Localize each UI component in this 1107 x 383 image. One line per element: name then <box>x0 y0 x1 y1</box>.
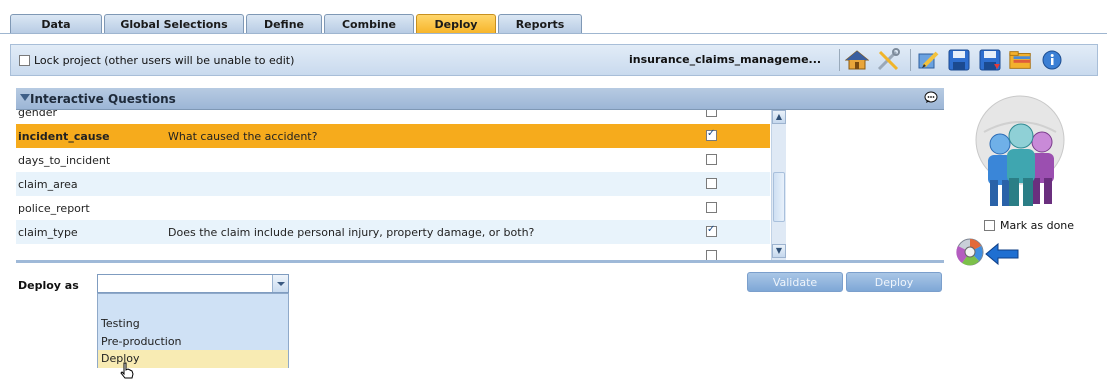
chevron-down-icon[interactable] <box>272 275 288 292</box>
list-item[interactable]: gender <box>16 110 770 124</box>
edit-icon[interactable] <box>915 47 941 73</box>
toolbar-separator <box>839 49 840 71</box>
back-arrow-icon[interactable] <box>954 236 1028 268</box>
save-as-icon[interactable] <box>977 47 1003 73</box>
list-item[interactable]: police_report <box>16 196 770 220</box>
project-name: insurance_claims_manageme... <box>629 53 822 66</box>
deploy-as-select[interactable] <box>97 274 289 293</box>
panel-header[interactable]: Interactive Questions <box>16 88 944 110</box>
project-toolbar: Lock project (other users will be unable… <box>10 44 1098 76</box>
tab-divider <box>0 33 1107 34</box>
validate-button[interactable]: Validate <box>747 272 843 292</box>
tab-deploy[interactable]: Deploy <box>416 14 496 33</box>
toolbar-separator <box>910 49 911 71</box>
field-name: incident_cause <box>18 130 110 143</box>
field-name: claim_type <box>18 226 78 239</box>
tab-combine[interactable]: Combine <box>324 14 414 33</box>
tabs: Data Global Selections Define Combine De… <box>10 14 584 33</box>
include-checkbox[interactable] <box>706 202 717 213</box>
questions-scrollbar[interactable]: ▲ ▼ <box>771 110 786 260</box>
include-checkbox[interactable] <box>706 128 717 141</box>
include-checkbox[interactable] <box>706 110 717 117</box>
interactive-questions-panel: Interactive Questions gender incident_ca… <box>16 88 944 264</box>
scroll-thumb[interactable] <box>773 172 785 222</box>
deploy-option-testing[interactable]: Testing <box>98 315 288 333</box>
deploy-option-empty[interactable] <box>98 296 288 314</box>
panel-title: Interactive Questions <box>30 92 176 106</box>
tab-global-selections[interactable]: Global Selections <box>104 14 244 33</box>
panel-bottom-border <box>16 260 944 263</box>
mark-as-done-checkbox[interactable] <box>984 220 995 231</box>
include-checkbox[interactable] <box>706 178 717 189</box>
mark-as-done-toggle[interactable]: Mark as done <box>984 219 1074 232</box>
field-question: What caused the accident? <box>168 130 318 143</box>
questions-list: gender incident_cause What caused the ac… <box>16 110 770 262</box>
list-item-selected[interactable]: incident_cause What caused the accident? <box>16 124 770 148</box>
toolbar-icons <box>835 47 1070 73</box>
collapse-arrow-icon[interactable] <box>20 94 30 101</box>
scroll-up-icon[interactable]: ▲ <box>772 110 786 124</box>
mark-as-done-label: Mark as done <box>1000 219 1075 232</box>
comment-icon[interactable] <box>924 91 938 107</box>
lock-project-checkbox[interactable] <box>19 55 30 66</box>
field-question: Does the claim include personal injury, … <box>168 226 535 239</box>
deploy-as-dropdown: Testing Pre-production Deploy <box>97 293 289 368</box>
tab-bar: Data Global Selections Define Combine De… <box>0 0 1107 33</box>
list-item[interactable]: claim_area <box>16 172 770 196</box>
info-icon[interactable] <box>1039 47 1065 73</box>
tab-reports[interactable]: Reports <box>498 14 582 33</box>
home-icon[interactable] <box>844 47 870 73</box>
list-item[interactable]: claim_type Does the claim include person… <box>16 220 770 244</box>
field-name: police_report <box>18 202 90 215</box>
tools-icon[interactable] <box>875 47 901 73</box>
team-users-icon <box>962 92 1082 210</box>
tab-data[interactable]: Data <box>10 14 102 33</box>
field-name: days_to_incident <box>18 154 111 167</box>
lock-project-label: Lock project (other users will be unable… <box>34 54 295 67</box>
lock-project-toggle[interactable]: Lock project (other users will be unable… <box>19 54 294 67</box>
deploy-option-pre-production[interactable]: Pre-production <box>98 333 288 351</box>
scroll-down-icon[interactable]: ▼ <box>772 244 786 258</box>
deploy-button[interactable]: Deploy <box>846 272 942 292</box>
include-checkbox[interactable] <box>706 224 717 237</box>
list-item[interactable]: days_to_incident <box>16 148 770 172</box>
field-name: gender <box>18 110 57 119</box>
open-folder-icon[interactable] <box>1008 47 1034 73</box>
field-name: claim_area <box>18 178 78 191</box>
include-checkbox[interactable] <box>706 154 717 165</box>
tab-define[interactable]: Define <box>246 14 322 33</box>
deploy-as-label: Deploy as <box>18 279 79 292</box>
save-icon[interactable] <box>946 47 972 73</box>
